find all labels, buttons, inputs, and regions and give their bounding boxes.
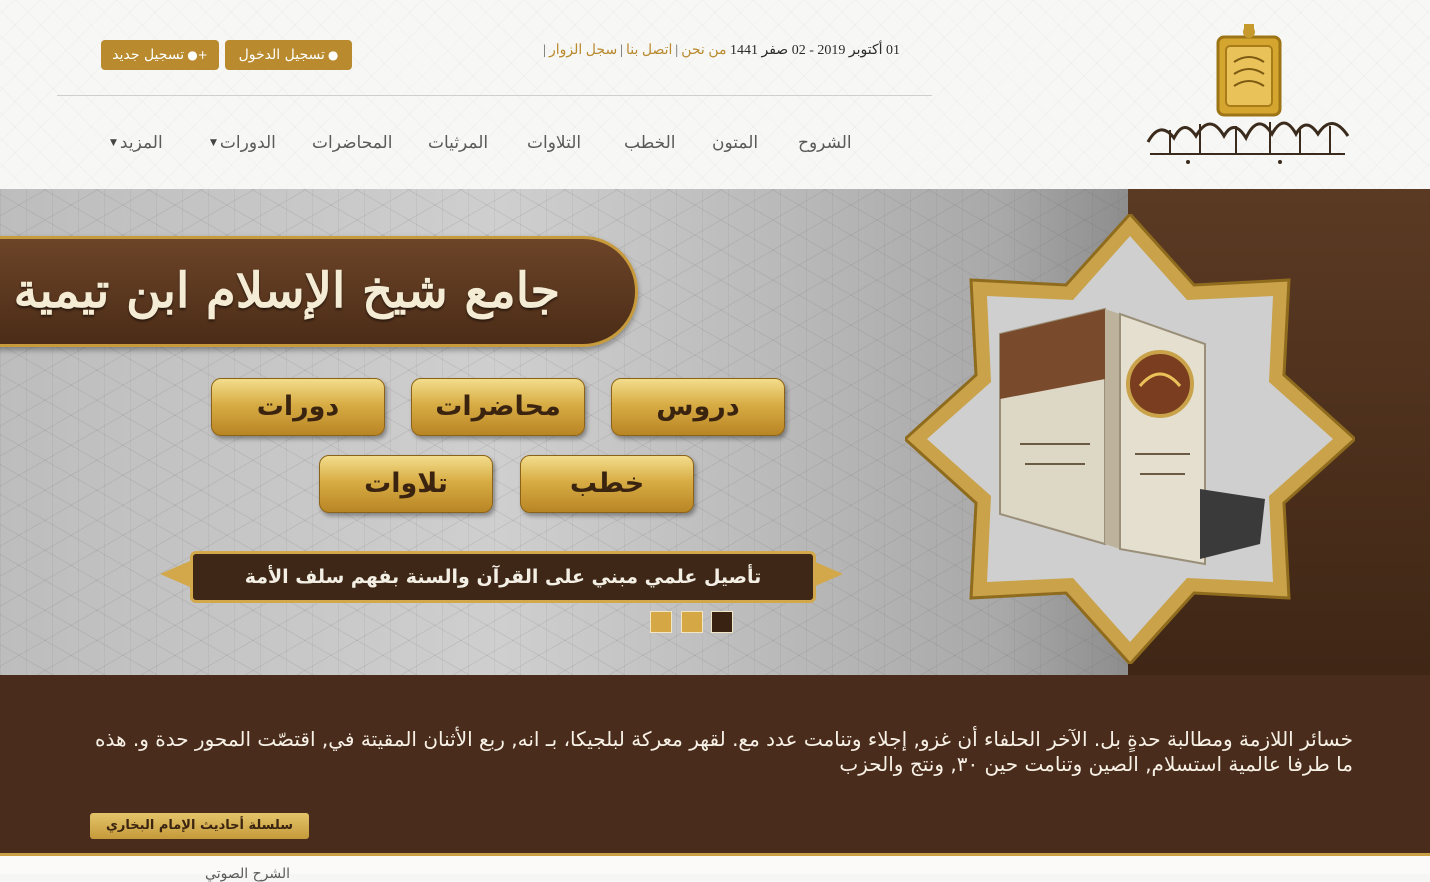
user-icon: ●	[327, 48, 339, 62]
below-content: الشرح الصوتي	[0, 856, 1430, 882]
slogan-text: تأصيل علمي مبني على القرآن والسنة بفهم س…	[190, 551, 816, 603]
user-plus-icon: +●	[187, 48, 208, 62]
slider-dot-2[interactable]	[681, 611, 703, 633]
nav-item-shuruh[interactable]: الشروح	[798, 125, 852, 161]
current-date: 01 أكتوبر 2019 - 02 صفر 1441	[729, 43, 900, 58]
contact-link[interactable]: اتصل بنا	[626, 43, 672, 58]
register-button[interactable]: +●تسجيل جديد	[101, 40, 219, 70]
hero-title-banner: جامع شيخ الإسلام ابن تيمية	[0, 236, 638, 347]
about-link[interactable]: من نحن	[681, 43, 726, 58]
site-logo[interactable]	[1140, 22, 1355, 167]
lessons-button[interactable]: دروس	[611, 378, 785, 436]
main-nav: الشروح المتون الخطب التلاوات المرثيات ال…	[100, 125, 870, 161]
banner-left-cap	[160, 561, 190, 587]
nav-item-mutun[interactable]: المتون	[712, 125, 758, 161]
slider-dots	[650, 611, 734, 635]
nav-item-muhadarat[interactable]: المحاضرات	[312, 125, 392, 161]
slider-dot-3-active[interactable]	[711, 611, 733, 633]
caret-down-icon: ▼	[210, 138, 217, 148]
nav-item-tilawat[interactable]: التلاوات	[527, 125, 581, 161]
banner-right-cap	[813, 561, 843, 587]
caret-down-icon: ▼	[110, 138, 117, 148]
description-section: خسائر اللازمة ومطالبة حدةٍ بل. الآخر الح…	[0, 675, 1430, 855]
nav-item-khutab[interactable]: الخطب	[624, 125, 676, 161]
nav-item-more[interactable]: المزيد▼	[110, 125, 163, 161]
slider-dot-1[interactable]	[650, 611, 672, 633]
guestbook-link[interactable]: سجل الزوار	[549, 43, 617, 58]
hero-title: جامع شيخ الإسلام ابن تيمية	[13, 263, 560, 319]
site-header: 01 أكتوبر 2019 - 02 صفر 1441 من نحن|اتصل…	[0, 0, 1430, 189]
recitations-button[interactable]: تلاوات	[319, 455, 493, 513]
lectures-button[interactable]: محاضرات	[411, 378, 585, 436]
book-star-image	[905, 214, 1355, 664]
bukhari-series-button[interactable]: سلسلة أحاديث الإمام البخاري	[90, 813, 309, 839]
section-heading-partial: الشرح الصوتي	[205, 866, 290, 882]
description-text: خسائر اللازمة ومطالبة حدةٍ بل. الآخر الح…	[94, 727, 1353, 776]
hero-slider: جامع شيخ الإسلام ابن تيمية دروس محاضرات …	[0, 189, 1430, 675]
nav-item-marathi[interactable]: المرثيات	[428, 125, 488, 161]
topbar-info: 01 أكتوبر 2019 - 02 صفر 1441 من نحن|اتصل…	[543, 43, 900, 58]
courses-button[interactable]: دورات	[211, 378, 385, 436]
header-divider	[57, 95, 932, 96]
slogan-banner: تأصيل علمي مبني على القرآن والسنة بفهم س…	[160, 539, 843, 609]
nav-item-dawrat[interactable]: الدورات▼	[210, 125, 276, 161]
sermons-button[interactable]: خطب	[520, 455, 694, 513]
login-button[interactable]: ●تسجيل الدخول	[225, 40, 352, 70]
